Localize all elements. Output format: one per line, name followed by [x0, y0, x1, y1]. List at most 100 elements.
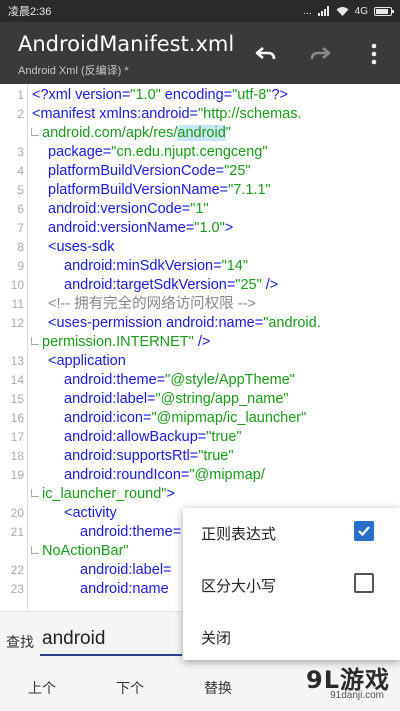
- code-line[interactable]: 17 android:allowBackup="true": [0, 428, 400, 447]
- code-token: <?xml version=: [32, 87, 131, 103]
- code-text: NoActionBar": [42, 542, 129, 561]
- find-prev-button[interactable]: 上个: [28, 678, 56, 698]
- line-number: 21: [10, 525, 24, 539]
- battery-icon: [374, 6, 394, 16]
- code-line[interactable]: 18 android:supportsRtl="true": [0, 447, 400, 466]
- line-number: 6: [17, 202, 24, 216]
- line-number: 20: [10, 506, 24, 520]
- code-token: "7.1.1": [228, 182, 271, 198]
- find-input[interactable]: [40, 624, 182, 656]
- code-line[interactable]: 12 <uses-permission android:name="android…: [0, 314, 400, 333]
- code-line[interactable]: 11 <!-- 拥有完全的网络访问权限 -->: [0, 295, 400, 314]
- code-line[interactable]: 3 package="cn.edu.njupt.cengceng": [0, 143, 400, 162]
- code-token: android:icon=: [64, 410, 152, 426]
- wrap-indicator-icon: [31, 546, 39, 554]
- code-line[interactable]: 15 android:label="@string/app_name": [0, 390, 400, 409]
- code-token: android:name: [80, 581, 169, 597]
- redo-button[interactable]: [304, 38, 336, 70]
- code-line[interactable]: 7 android:versionName="1.0">: [0, 219, 400, 238]
- status-bar: 凌晨2:36 ... 4G: [0, 0, 400, 22]
- app-toolbar: AndroidManifest.xml Android Xml (反编译) *: [0, 22, 400, 84]
- option-regex[interactable]: 正则表达式: [183, 508, 400, 556]
- code-token: >: [166, 486, 175, 502]
- code-line[interactable]: android.com/apk/res/android": [0, 124, 400, 143]
- line-number: 8: [17, 240, 24, 254]
- code-token: "25": [235, 277, 262, 293]
- option-match-case-label: 区分大小写: [201, 578, 277, 595]
- code-line[interactable]: 14 android:theme="@style/AppTheme": [0, 371, 400, 390]
- option-match-case[interactable]: 区分大小写: [183, 560, 400, 608]
- find-label: 查找: [6, 634, 34, 650]
- code-text: android.com/apk/res/android": [42, 124, 231, 143]
- code-line[interactable]: 9 android:minSdkVersion="14": [0, 257, 400, 276]
- code-token: android:supportsRtl=: [64, 448, 199, 464]
- check-icon: [358, 526, 370, 537]
- replace-button[interactable]: 替换: [204, 678, 232, 698]
- code-line[interactable]: 6 android:versionCode="1": [0, 200, 400, 219]
- code-text: ic_launcher_round">: [42, 485, 175, 504]
- code-text: android:icon="@mipmap/ic_launcher": [64, 409, 306, 428]
- code-token: "14": [221, 258, 249, 274]
- line-number: 14: [10, 373, 24, 387]
- code-line[interactable]: 16 android:icon="@mipmap/ic_launcher": [0, 409, 400, 428]
- line-number: 23: [10, 582, 24, 596]
- code-text: android:name: [80, 580, 169, 599]
- regex-checkbox[interactable]: [354, 521, 374, 541]
- redo-icon: [310, 47, 331, 60]
- line-number: 18: [10, 449, 24, 463]
- code-line[interactable]: 2 <manifest xmlns:android="http://schemas…: [0, 105, 400, 124]
- file-subtitle: Android Xml (反编译) *: [18, 65, 129, 77]
- option-close[interactable]: 关闭: [183, 612, 400, 660]
- code-token: "1.0": [194, 220, 225, 236]
- code-text: <uses-sdk: [48, 238, 115, 257]
- line-number: 3: [17, 145, 24, 159]
- code-token: <activity: [64, 505, 117, 521]
- search-match: android: [177, 125, 226, 141]
- code-line[interactable]: ic_launcher_round">: [0, 485, 400, 504]
- code-line[interactable]: 4 platformBuildVersionCode="25": [0, 162, 400, 181]
- code-token: android:theme=: [80, 524, 182, 540]
- code-line[interactable]: 19 android:roundIcon="@mipmap/: [0, 466, 400, 485]
- code-line[interactable]: 10 android:targetSdkVersion="25" />: [0, 276, 400, 295]
- code-token: android:label=: [80, 562, 172, 578]
- line-number: 13: [10, 354, 24, 368]
- code-token: android:minSdkVersion=: [64, 258, 222, 274]
- code-line[interactable]: 8 <uses-sdk: [0, 238, 400, 257]
- code-token: >: [224, 220, 234, 236]
- code-text: android:theme="@style/AppTheme": [64, 371, 295, 390]
- wrap-indicator-icon: [31, 128, 39, 136]
- code-text: android:minSdkVersion="14": [64, 257, 248, 276]
- code-token: "@mipmap/ic_launcher": [151, 410, 307, 426]
- code-token: <!-- 拥有完全的网络访问权限 -->: [48, 296, 256, 312]
- code-token: "@string/app_name": [155, 391, 289, 407]
- option-regex-label: 正则表达式: [201, 526, 277, 543]
- code-token: "android.: [263, 315, 321, 331]
- more-menu-button[interactable]: [358, 38, 390, 70]
- line-number: 2: [17, 107, 24, 121]
- watermark-url: 91danji.com: [330, 690, 384, 701]
- undo-button[interactable]: [250, 38, 282, 70]
- code-token: android.com/apk/res/: [42, 125, 178, 141]
- code-line[interactable]: 13 <application: [0, 352, 400, 371]
- match-case-checkbox[interactable]: [354, 573, 374, 593]
- code-token: "true": [198, 448, 234, 464]
- code-token: <uses-permission android:name=: [48, 315, 264, 331]
- code-token: "1.0": [130, 87, 161, 103]
- code-token: ?>: [271, 87, 288, 103]
- code-line[interactable]: permission.INTERNET" />: [0, 333, 400, 352]
- code-token: "25": [224, 163, 251, 179]
- code-line[interactable]: 5 platformBuildVersionName="7.1.1": [0, 181, 400, 200]
- code-line[interactable]: 1 <?xml version="1.0" encoding="utf-8"?>: [0, 86, 400, 105]
- code-text: package="cn.edu.njupt.cengceng": [48, 143, 268, 162]
- code-text: <manifest xmlns:android="http://schemas.: [32, 105, 302, 124]
- code-text: android:theme=: [80, 523, 181, 542]
- line-number: 9: [17, 259, 24, 273]
- find-next-button[interactable]: 下个: [116, 678, 144, 698]
- code-text: android:label="@string/app_name": [64, 390, 289, 409]
- file-title: AndroidManifest.xml: [18, 32, 235, 56]
- code-text: android:versionCode="1": [48, 200, 209, 219]
- line-number: 1: [17, 88, 24, 102]
- code-token: platformBuildVersionCode=: [48, 163, 225, 179]
- code-token: "cn.edu.njupt.cengceng": [111, 144, 268, 160]
- code-text: <?xml version="1.0" encoding="utf-8"?>: [32, 86, 288, 105]
